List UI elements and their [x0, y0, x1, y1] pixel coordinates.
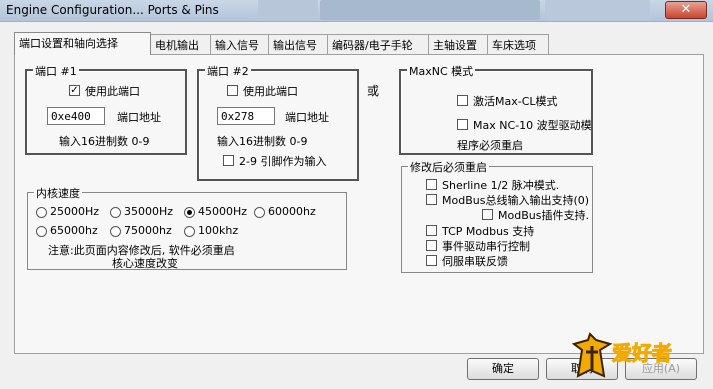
kernel-radio-65000[interactable]	[36, 226, 47, 237]
maxnc-group: MaxNC 模式 激活Max-CL模式 Max NC-10 波型驱动模 程序必须…	[399, 63, 593, 155]
tab-spindle-setup[interactable]: 主轴设置	[428, 34, 488, 54]
port1-group: 端口 #1 ✓ 使用此端口 端口地址 输入16进制数 0-9	[25, 63, 187, 155]
maxnc-title: MaxNC 模式	[407, 63, 476, 79]
tab-strip: 端口设置和轴向选择 电机输出 输入信号 输出信号 编码器/电子手轮 主轴设置 车…	[14, 32, 704, 55]
restart-title: 修改后必须重启	[408, 159, 489, 175]
kernel-radio-45000[interactable]	[184, 207, 195, 218]
event-serial-label: 事件驱动串行控制	[442, 240, 530, 253]
kernel-radio-25000[interactable]	[36, 207, 47, 218]
port1-address-input[interactable]	[47, 107, 105, 125]
port2-group: 端口 #2 使用此端口 端口地址 输入16进制数 0-9 2-9 引脚作为输入	[197, 63, 359, 181]
or-label: 或	[367, 84, 380, 98]
watermark-logo: 爱好者	[570, 330, 690, 382]
modbus-plugin-label: ModBus插件支持.	[498, 209, 589, 222]
tab-port-axis[interactable]: 端口设置和轴向选择	[14, 32, 151, 55]
port2-title: 端口 #2	[205, 63, 251, 79]
port1-title: 端口 #1	[33, 63, 79, 79]
close-button[interactable]: ✕	[665, 1, 707, 19]
logo-text: 爱好者	[612, 341, 672, 365]
servo-feedback-label: 伺服串联反馈	[442, 255, 508, 268]
kernel-option-label: 65000hz	[50, 224, 98, 237]
sherline-label: Sherline 1/2 脉冲模式.	[442, 179, 560, 192]
kernel-option-label: 45000Hz	[198, 205, 248, 218]
kernel-radio-35000[interactable]	[110, 207, 121, 218]
maxnc-activate-label: 激活Max-CL模式	[473, 95, 558, 108]
kernel-speed-title: 内核速度	[34, 185, 82, 201]
modbus-plugin-checkbox[interactable]	[482, 209, 493, 220]
background-blur	[320, 0, 540, 20]
port1-address-label: 端口地址	[117, 111, 161, 124]
port2-enable-checkbox[interactable]	[227, 85, 238, 96]
port2-hint: 输入16进制数 0-9	[217, 135, 308, 148]
kernel-radio-75000[interactable]	[110, 226, 121, 237]
modbus-io-label: ModBus总线输入输出支持(0)	[442, 194, 590, 207]
logo-mark-icon: 爱好者	[571, 332, 673, 378]
tab-motor-output[interactable]: 电机输出	[150, 34, 211, 54]
tcp-modbus-label: TCP Modbus 支持	[442, 225, 535, 238]
event-serial-checkbox[interactable]	[426, 240, 437, 251]
background-blur	[258, 0, 318, 20]
port1-enable-label: 使用此端口	[85, 85, 140, 98]
tab-output-signals[interactable]: 输出信号	[268, 34, 328, 54]
kernel-option-label: 100khz	[198, 224, 239, 237]
maxnc-wave-checkbox[interactable]	[457, 119, 468, 130]
kernel-speed-group: 内核速度 25000Hz 35000Hz 45000Hz 60000hz 650…	[27, 185, 347, 270]
tab-input-signals[interactable]: 输入信号	[210, 34, 269, 54]
window-title: Engine Configuration... Ports & Pins	[6, 3, 219, 17]
restart-group: 修改后必须重启 Sherline 1/2 脉冲模式. ModBus总线输入输出支…	[401, 159, 593, 273]
port1-enable-checkbox[interactable]: ✓	[69, 85, 80, 96]
port2-pins-label: 2-9 引脚作为输入	[239, 155, 327, 168]
maxnc-note: 程序必须重启	[457, 139, 523, 152]
tab-encoder-mpg[interactable]: 编码器/电子手轮	[327, 34, 429, 54]
sherline-checkbox[interactable]	[426, 179, 437, 190]
port2-address-label: 端口地址	[285, 111, 329, 124]
kernel-option-label: 60000hz	[268, 205, 316, 218]
maxnc-wave-label: Max NC-10 波型驱动模	[473, 119, 592, 132]
kernel-note-line2: 核心速度改变	[112, 257, 178, 270]
servo-feedback-checkbox[interactable]	[426, 255, 437, 266]
modbus-io-checkbox[interactable]	[426, 194, 437, 205]
kernel-option-label: 25000Hz	[50, 205, 100, 218]
title-bar[interactable]: Engine Configuration... Ports & Pins ✕	[0, 0, 713, 22]
kernel-radio-60000[interactable]	[254, 207, 265, 218]
dialog-window: Engine Configuration... Ports & Pins ✕ 端…	[0, 0, 713, 389]
kernel-radio-100k[interactable]	[184, 226, 195, 237]
tab-panel: 端口 #1 ✓ 使用此端口 端口地址 输入16进制数 0-9 端口 #2 使用此…	[14, 54, 704, 354]
tab-lathe-options[interactable]: 车床选项	[487, 34, 549, 54]
port2-address-input[interactable]	[217, 107, 275, 125]
port2-pins-checkbox[interactable]	[223, 155, 234, 166]
kernel-option-label: 75000hz	[124, 224, 172, 237]
kernel-option-label: 35000Hz	[124, 205, 174, 218]
ok-button[interactable]: 确定	[467, 358, 539, 380]
background-blur	[545, 0, 650, 20]
port2-enable-label: 使用此端口	[243, 85, 298, 98]
tcp-modbus-checkbox[interactable]	[426, 225, 437, 236]
maxnc-activate-checkbox[interactable]	[457, 95, 468, 106]
port1-hint: 输入16进制数 0-9	[59, 135, 150, 148]
